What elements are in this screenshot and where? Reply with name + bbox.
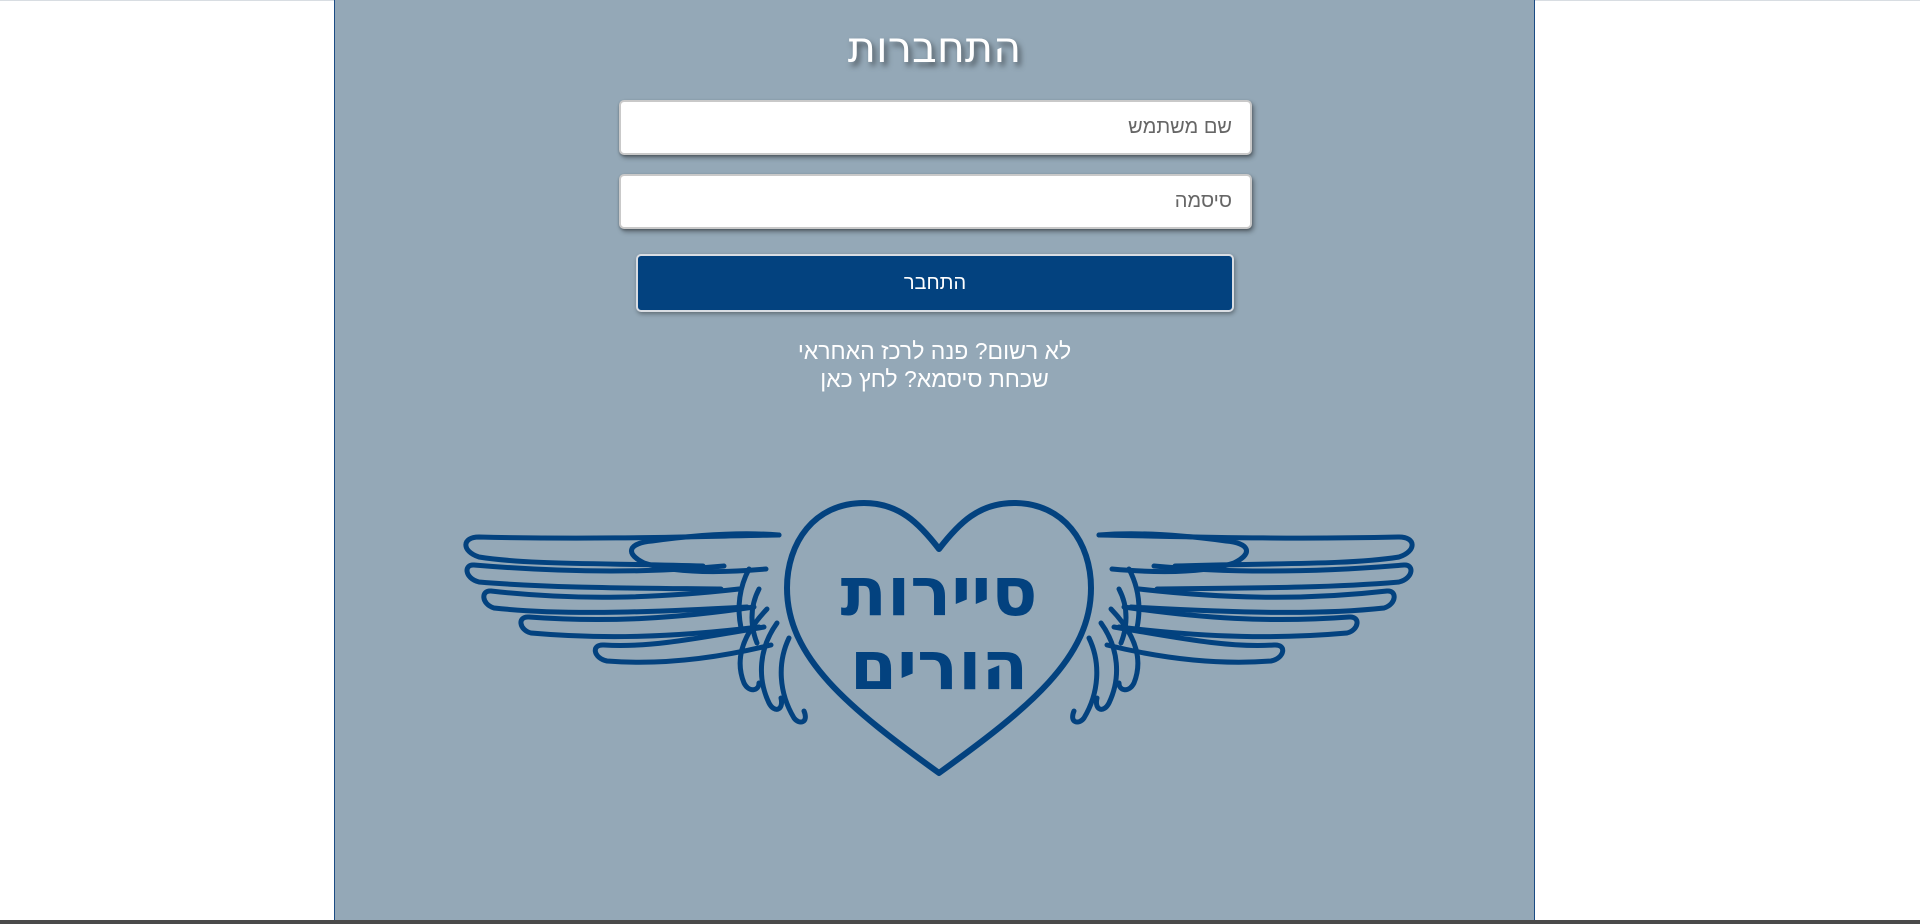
password-input[interactable]	[619, 174, 1252, 229]
page-title: התחברות	[847, 23, 1022, 73]
username-input[interactable]	[619, 100, 1252, 155]
forgot-password-link[interactable]: שכחת סיסמא? לחץ כאן	[335, 365, 1534, 393]
sayarot-horim-logo: סיירות הורים	[463, 500, 1415, 776]
page: התחברות התחבר לא רשום? פנה לרכז האחראי ש…	[0, 0, 1920, 924]
login-button[interactable]: התחבר	[636, 254, 1234, 312]
left-wing-icon	[463, 531, 808, 725]
right-wing-icon	[1070, 531, 1415, 725]
login-panel: התחברות התחבר לא רשום? פנה לרכז האחראי ש…	[334, 0, 1535, 924]
logo-line-2: הורים	[850, 627, 1028, 706]
logo-line-1: סיירות	[841, 553, 1038, 632]
not-registered-text: לא רשום? פנה לרכז האחראי	[797, 338, 1072, 364]
bottom-divider	[0, 920, 1920, 924]
